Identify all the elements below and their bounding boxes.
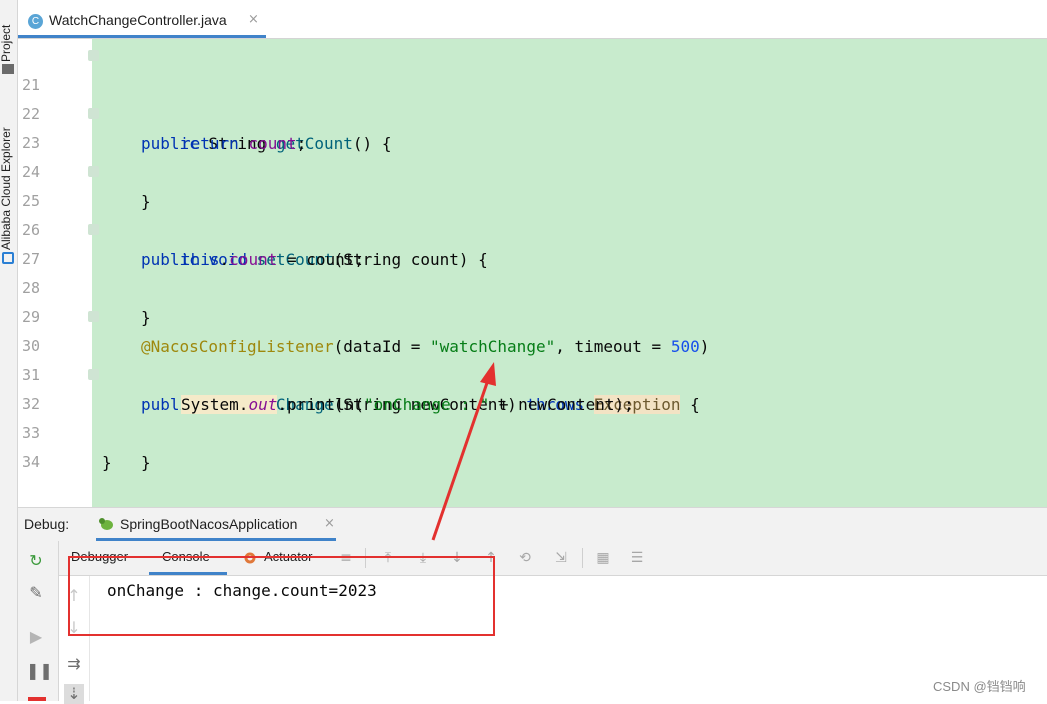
annotation-arrow-icon (431, 362, 496, 541)
watermark: CSDN @铛铛响 (933, 679, 1026, 694)
